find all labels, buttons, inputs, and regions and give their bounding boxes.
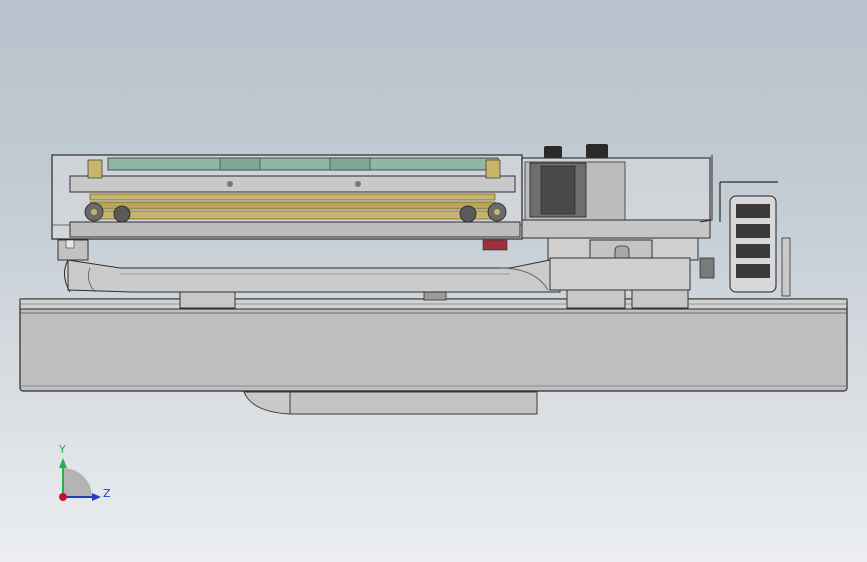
x-axis-dot bbox=[59, 493, 67, 501]
stage-assembly bbox=[69, 157, 521, 238]
drive-housing bbox=[521, 144, 711, 239]
y-axis-label: Y bbox=[59, 443, 66, 456]
cad-viewport[interactable]: Y Z bbox=[0, 0, 867, 562]
model-drawing bbox=[19, 144, 848, 501]
left-support-bracket bbox=[57, 239, 89, 261]
base-rail bbox=[19, 298, 848, 392]
connecting-arm bbox=[64, 257, 561, 293]
bottom-motor-housing bbox=[243, 391, 538, 415]
z-axis-label: Z bbox=[103, 487, 111, 500]
axis-triad bbox=[59, 458, 101, 501]
